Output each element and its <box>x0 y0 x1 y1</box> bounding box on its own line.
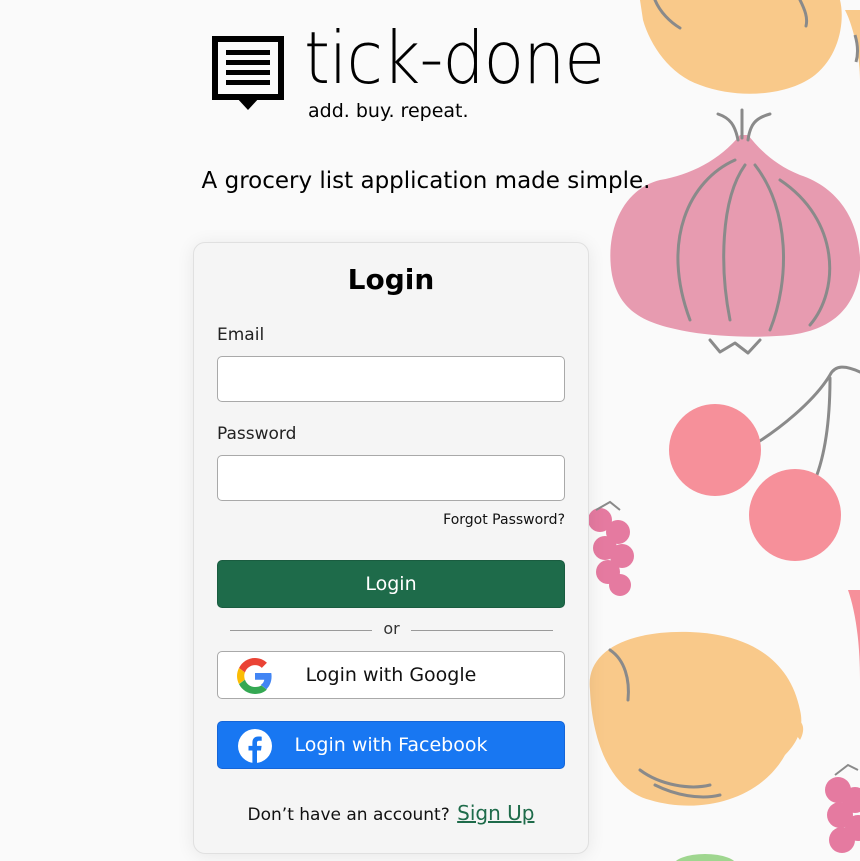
onion-illustration <box>610 108 860 355</box>
lemon-illustration-edge <box>845 10 860 80</box>
google-button-label: Login with Google <box>305 664 477 686</box>
notepad-speech-bubble-icon <box>212 36 284 110</box>
or-divider: or <box>230 619 553 641</box>
brand-name: tick-done <box>304 16 605 100</box>
divider-line-right <box>411 630 553 631</box>
raspberry-illustration-bottom <box>825 763 860 853</box>
app-subtitle: A grocery list application made simple. <box>201 168 651 194</box>
login-page: tick-done add. buy. repeat. A grocery li… <box>0 0 860 861</box>
brand-tagline: add. buy. repeat. <box>308 100 469 122</box>
login-button[interactable]: Login <box>217 560 565 608</box>
facebook-button-label: Login with Facebook <box>294 734 488 756</box>
login-title: Login <box>347 263 435 296</box>
signup-prompt: Don’t have an account? <box>247 805 450 825</box>
lemon-illustration-top <box>640 0 842 94</box>
signup-link[interactable]: Sign Up <box>457 801 534 825</box>
signup-row: Don’t have an account? Sign Up <box>194 801 588 825</box>
facebook-icon <box>238 729 272 763</box>
lemon-illustration-bottom <box>589 631 804 806</box>
raspberry-illustration-middle <box>588 500 634 596</box>
cherry-edge-illustration <box>848 590 860 680</box>
cherries-illustration <box>669 365 860 561</box>
login-button-label: Login <box>365 573 417 595</box>
password-field[interactable] <box>217 455 565 501</box>
google-icon <box>237 658 272 694</box>
green-fruit-illustration <box>675 854 735 861</box>
google-login-button[interactable]: Login with Google <box>217 651 565 699</box>
facebook-login-button[interactable]: Login with Facebook <box>217 721 565 769</box>
divider-text: or <box>383 619 400 638</box>
email-label: Email <box>217 325 265 345</box>
brand-header: tick-done add. buy. repeat. <box>212 22 632 130</box>
login-card: Login Email Password Forgot Password? Lo… <box>193 242 589 854</box>
password-label: Password <box>217 424 297 444</box>
email-field[interactable] <box>217 356 565 402</box>
forgot-password-link[interactable]: Forgot Password? <box>443 512 565 528</box>
